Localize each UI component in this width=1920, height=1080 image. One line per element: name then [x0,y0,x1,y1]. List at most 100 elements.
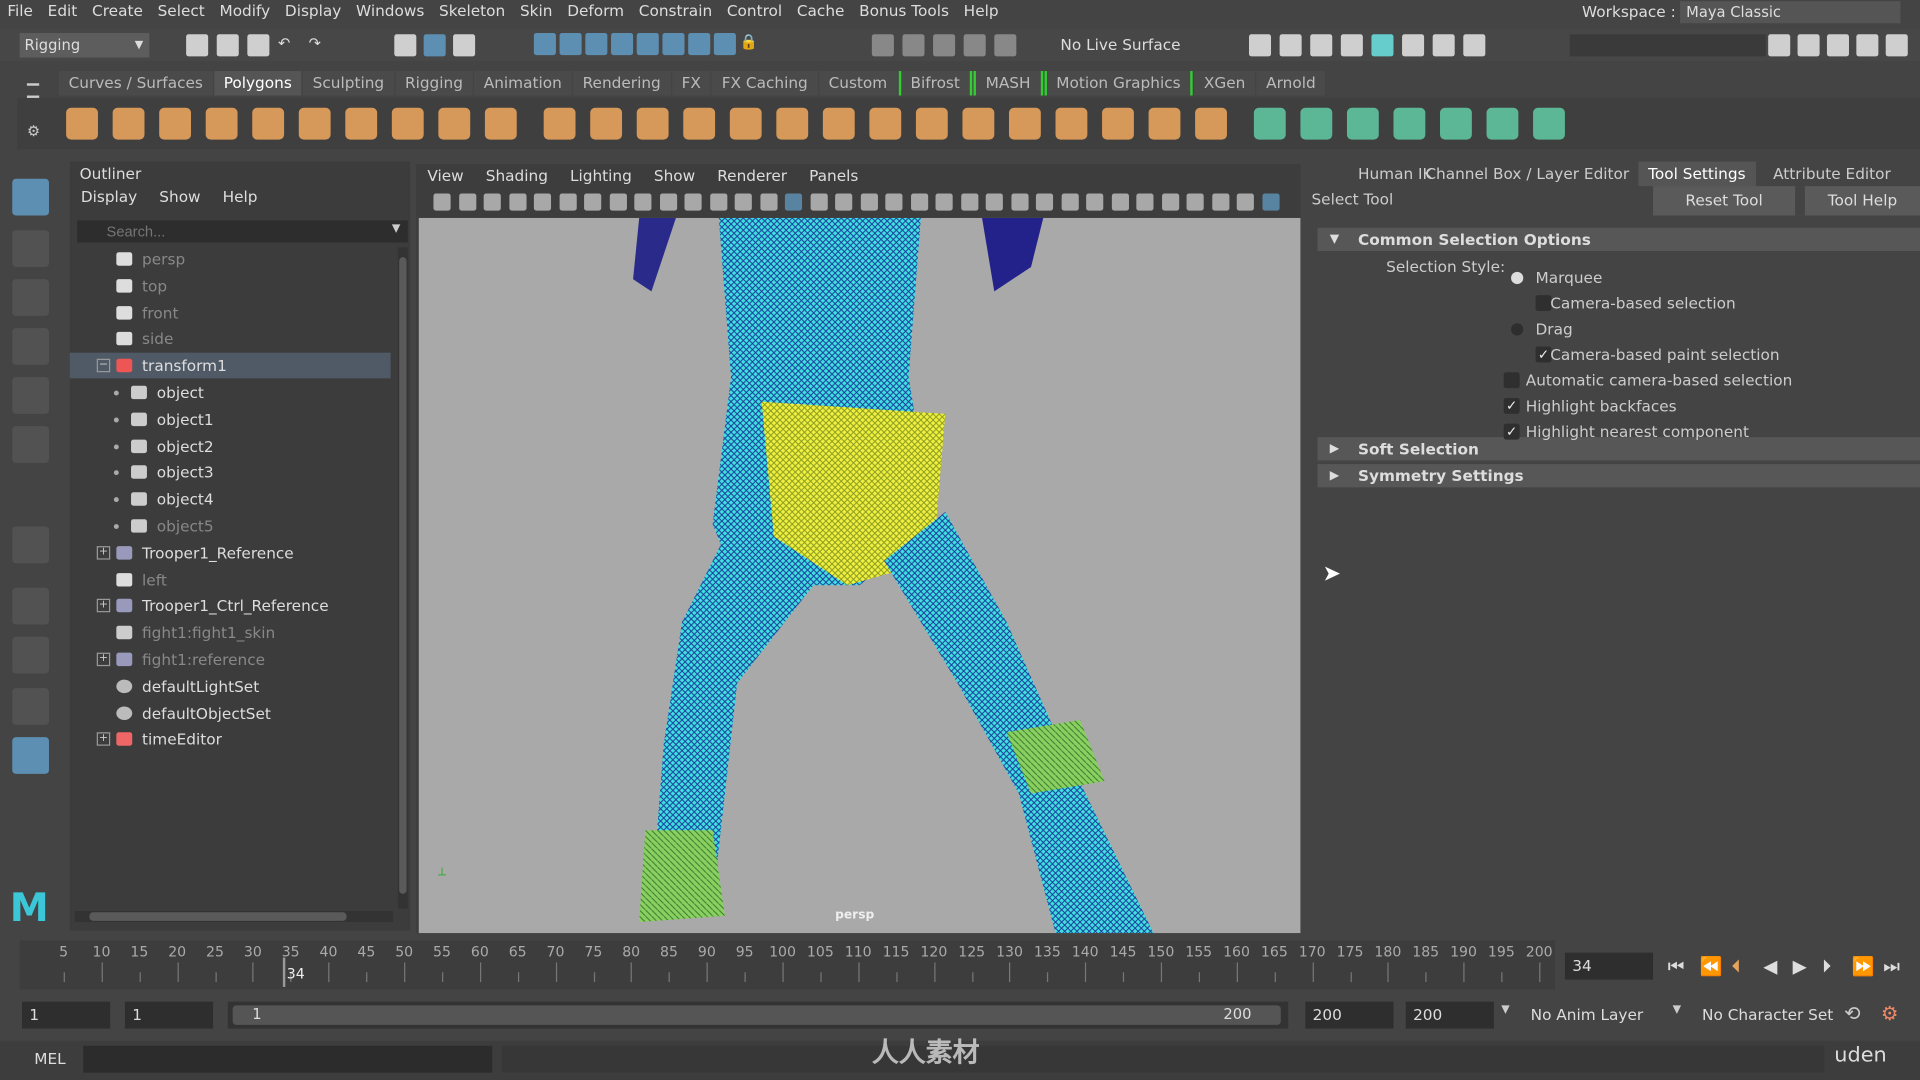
menu-file[interactable]: File [0,0,40,22]
shelf-tool-icon[interactable] [822,107,855,140]
single-perspective-layout-icon[interactable] [12,587,49,625]
shelf-tool-icon[interactable] [1300,107,1333,140]
chevron-down-icon[interactable]: ▼ [392,223,400,235]
go-to-start-icon[interactable]: ⏮ [1668,955,1685,977]
viewport-tool-icon[interactable] [609,193,627,211]
viewport-menu-lighting[interactable]: Lighting [559,164,643,187]
shelf-tab-sculpting[interactable]: Sculpting [302,71,394,96]
new-scene-icon[interactable] [186,34,209,57]
shelf-tool-icon[interactable] [1533,107,1565,140]
viewport-tool-icon[interactable] [734,193,752,211]
outliner-item[interactable]: + Trooper1_Reference [70,540,391,566]
select-object-icon[interactable] [423,34,446,57]
playback-end-field[interactable]: 200 [1305,1001,1394,1029]
outliner-item[interactable]: persp [70,246,391,272]
workspace-dropdown[interactable]: Maya Classic [1680,1,1901,24]
viewport-tool-icon[interactable] [533,193,552,211]
outliner-hscrollbar[interactable] [74,911,394,923]
viewport-tool-icon[interactable] [935,193,953,211]
time-slider[interactable]: 5 10 15 20 25 30 35 40 45 50 55 60 65 70 75 80 85 90 95 100… [19,940,1556,990]
shelf-tool-icon[interactable] [1346,107,1379,140]
shelf-tool-icon[interactable] [1195,107,1227,140]
viewport-tool-icon[interactable] [985,193,1003,211]
scale-tool-icon[interactable] [12,426,49,463]
viewport-tool-icon[interactable] [433,193,451,211]
shelf-settings-icon[interactable]: ⚙ [27,122,40,139]
current-frame-field[interactable]: 34 [1564,952,1654,980]
section-common-selection[interactable]: ▼ Common Selection Options [1317,227,1920,252]
step-back-frame-icon[interactable]: ⏪ [1700,955,1723,977]
menu-control[interactable]: Control [719,0,789,22]
select-hierarchy-icon[interactable] [394,34,417,57]
menu-edit[interactable]: Edit [40,0,84,22]
rotate-tool-icon[interactable] [12,377,49,414]
outliner-item[interactable]: − transform1 [69,352,391,379]
end-time-field[interactable]: 200 [1405,1001,1494,1029]
viewport-menu-panels[interactable]: Panels [798,164,869,187]
ipr-render-icon[interactable] [1310,34,1333,57]
shelf-tool-icon[interactable] [962,107,995,140]
viewport-tool-icon[interactable] [1161,193,1179,211]
expand-toggle-icon[interactable]: − [96,359,111,373]
outliner-item[interactable]: defaultObjectSet [70,700,391,726]
shelf-tab-fx[interactable]: FX [671,71,711,96]
shelf-tool-icon[interactable] [776,107,809,140]
viewport-tool-icon[interactable] [709,193,727,211]
four-view-layout-icon[interactable] [12,636,49,674]
playhead[interactable] [283,957,286,987]
two-view-layout-icon[interactable] [12,688,49,725]
render-setup-icon[interactable] [1402,34,1425,57]
outliner-item[interactable]: + Trooper1_Ctrl_Reference [70,593,391,619]
shelf-tool-icon[interactable] [1393,107,1426,140]
start-time-field[interactable]: 1 [22,1001,111,1029]
tab-channel-box-layer-editor[interactable]: Channel Box / Layer Editor [1425,162,1629,186]
shelf-tool-icon[interactable] [391,107,424,140]
viewport-menu-show[interactable]: Show [643,164,706,187]
range-slider[interactable]: 1 200 [227,1001,1289,1029]
outliner-item[interactable]: + fight1:reference [70,647,391,673]
checkbox-checked-camera-paint[interactable]: ✓ [1535,346,1552,363]
playback-start-field[interactable]: 1 [124,1001,214,1029]
viewport-tool-icon[interactable] [584,193,602,211]
play-forwards-icon[interactable]: ▶ [1793,955,1807,977]
outliner-search[interactable]: ▼ [77,220,408,243]
tool-settings-icon[interactable] [1856,34,1879,57]
shelf-tool-icon[interactable] [729,107,762,140]
radio-marquee[interactable] [1511,271,1524,285]
shelf-tool-icon[interactable] [345,107,378,140]
outliner-vscrollbar[interactable] [397,247,408,909]
shelf-tool-icon[interactable] [438,107,471,140]
menu-help[interactable]: Help [956,0,1006,22]
viewport-tool-icon[interactable] [1261,193,1279,211]
step-forward-key-icon[interactable]: ⏵ [1822,955,1831,977]
chevron-down-icon[interactable]: ▼ [1673,1004,1681,1016]
modeling-toolkit-icon[interactable] [1768,34,1791,57]
outliner-layout-icon[interactable] [12,737,49,774]
input-ops-icon[interactable] [933,34,956,57]
shelf-tool-icon[interactable] [1055,107,1088,140]
checkbox-checked-nearest[interactable]: ✓ [1503,423,1520,440]
light-editor-icon[interactable] [1432,34,1455,57]
snap-plane-icon[interactable] [611,33,634,56]
tab-attribute-editor[interactable]: Attribute Editor [1773,162,1891,186]
expand-toggle-icon[interactable]: + [96,652,111,667]
menu-skin[interactable]: Skin [513,0,560,22]
viewport-tool-icon[interactable] [960,193,978,211]
snap-curve-icon[interactable] [559,33,582,56]
viewport-menu-renderer[interactable]: Renderer [706,164,798,187]
auto-key-icon[interactable]: ⟲ [1844,1002,1860,1025]
expand-toggle-icon[interactable]: + [96,599,111,613]
shelf-tab-rendering[interactable]: Rendering [572,71,671,96]
shelf-tool-icon[interactable] [543,107,576,140]
viewport-canvas[interactable]: persp ┴ [418,217,1301,934]
viewport-tool-icon[interactable] [483,193,501,211]
animation-preferences-icon[interactable]: ⚙ [1881,1002,1899,1025]
snap-render-icon[interactable] [688,33,711,56]
shelf-menu-icon[interactable] [26,83,40,98]
menu-select[interactable]: Select [150,0,212,22]
search-input[interactable] [106,220,376,243]
output-ops-icon[interactable] [963,34,986,57]
outliner-item[interactable]: front [70,300,391,326]
command-input[interactable] [83,1045,493,1073]
viewport-tool-icon[interactable] [1136,193,1154,211]
